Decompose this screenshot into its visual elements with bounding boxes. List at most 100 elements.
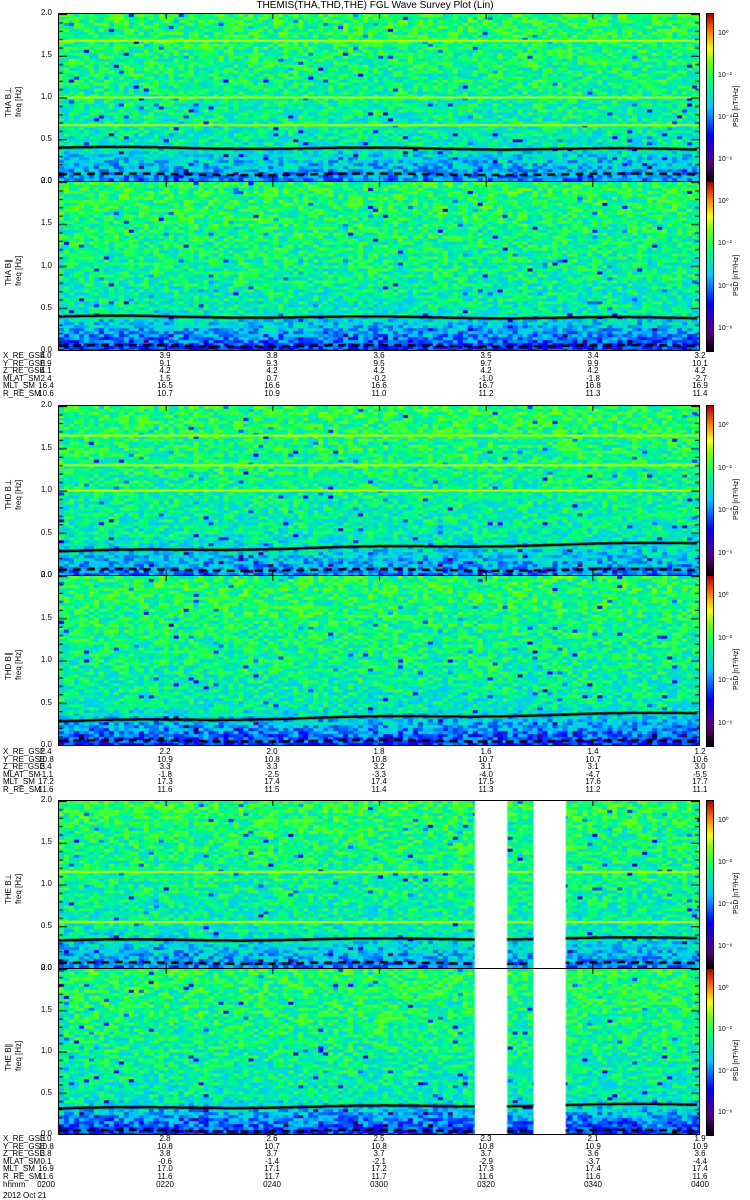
ephemeris-value: 11.4 — [371, 784, 387, 794]
spectrogram-canvas — [59, 182, 699, 350]
spectrogram-canvas — [59, 801, 699, 968]
freq-axis-label: freq [Hz] — [14, 649, 23, 680]
colorbar-tick-label: 10⁰ — [718, 30, 729, 37]
y-tick-label: 2.0 — [40, 963, 52, 972]
ephemeris-value: 11.3 — [478, 784, 494, 794]
ephemeris-value: 11.2 — [478, 388, 494, 398]
y-tick-label: 1.5 — [40, 442, 52, 452]
colorbar-unit-label: PSD [nT²/Hz] — [733, 254, 740, 296]
ephemeris-label: R_RE_SM — [3, 784, 41, 794]
panel-label: THA B∥ — [4, 258, 13, 286]
y-tick-label: 2.0 — [40, 795, 52, 804]
ephemeris-value: 11.6 — [38, 784, 54, 794]
y-tick-label: 0.5 — [40, 921, 52, 930]
y-tick-label: 2.0 — [40, 176, 52, 185]
ephemeris-row: hhmm 0200 0220 0240 0300 0320 0340 0400 — [0, 1179, 750, 1189]
y-tick-label: 1.5 — [40, 50, 52, 59]
date-label: 2012 Oct 21 — [3, 1191, 47, 1200]
plot-title: THEMIS(THA,THD,THE) FGL Wave Survey Plot… — [256, 0, 494, 11]
ephemeris-value: 0340 — [584, 1179, 602, 1189]
colorbar-tick-label: 10⁻² — [718, 1026, 732, 1034]
ephemeris-value: 11.4 — [692, 388, 708, 398]
spectrogram-canvas — [59, 14, 699, 181]
colorbar-tick-label: 10⁰ — [718, 422, 729, 430]
spectrogram-panel — [58, 181, 700, 351]
colorbar-gradient — [707, 801, 713, 969]
ephemeris-label: R_RE_SM — [3, 388, 41, 398]
ephemeris-value: 10.9 — [264, 388, 280, 398]
colorbar — [706, 968, 714, 1136]
colorbar-tick-label: 10⁻⁴ — [718, 677, 733, 685]
colorbar-gradient — [707, 576, 713, 746]
y-tick-label: 1.0 — [40, 879, 52, 888]
y-tick-label: 1.5 — [40, 837, 52, 846]
ephemeris-value: 11.3 — [585, 388, 601, 398]
y-tick-label: 0.5 — [40, 527, 52, 537]
colorbar-gradient — [707, 969, 713, 1135]
panel-label: THD B∥ — [4, 652, 13, 680]
colorbar-tick-label: 10⁻² — [718, 240, 732, 248]
ephemeris-value: 0220 — [156, 1179, 174, 1189]
ephemeris-block: X_RE_GSE 4.0 3.9 3.8 3.6 3.5 3.4 3.2 Y_RE_GSE 8.9… — [0, 352, 750, 398]
colorbar-tick-label: 10⁻² — [718, 72, 732, 79]
colorbar-tick-label: 10⁻⁴ — [718, 901, 733, 908]
ephemeris-value: 11.2 — [585, 784, 601, 794]
wave-survey-plot: THEMIS(THA,THD,THE) FGL Wave Survey Plot… — [0, 0, 750, 1200]
y-tick-label: 1.5 — [40, 1004, 52, 1014]
y-tick-label: 2.0 — [40, 570, 52, 579]
y-tick-label: 2.0 — [40, 400, 52, 409]
y-tick-label: 0.5 — [40, 302, 52, 312]
colorbar-tick-label: 10⁰ — [718, 198, 729, 206]
colorbar — [706, 13, 714, 183]
colorbar-unit-label: PSD [nT²/Hz] — [733, 478, 740, 520]
panel-label: THD B⊥ — [4, 479, 13, 510]
freq-axis-label: freq [Hz] — [14, 86, 23, 117]
colorbar-gradient — [707, 406, 713, 576]
freq-axis-label: freq [Hz] — [14, 255, 23, 286]
colorbar — [706, 800, 714, 970]
y-tick-label: 0.5 — [40, 697, 52, 707]
y-tick-label: 0.5 — [40, 1087, 52, 1097]
colorbar-tick-label: 10⁰ — [718, 817, 729, 824]
colorbar-tick-label: 10⁻⁴ — [718, 1067, 733, 1075]
y-tick-label: 0.5 — [40, 134, 52, 143]
y-tick-label: 1.0 — [40, 485, 52, 494]
spectrogram-panel — [58, 800, 700, 969]
colorbar-tick-label: 10⁻⁶ — [718, 156, 733, 163]
y-tick-label: 1.5 — [40, 218, 52, 228]
colorbar-unit-label: PSD [nT²/Hz] — [733, 1039, 740, 1081]
panel-label: THE B⊥ — [4, 873, 13, 904]
ephemeris-value: 11.1 — [692, 784, 708, 794]
ephemeris-label: hhmm — [3, 1179, 26, 1189]
spectrogram-panel — [58, 13, 700, 182]
ephemeris-value: 0200 — [37, 1179, 55, 1189]
colorbar-tick-label: 10⁻⁶ — [718, 324, 733, 332]
colorbar-tick-label: 10⁻⁶ — [718, 549, 733, 557]
colorbar-tick-label: 10⁻⁴ — [718, 507, 733, 515]
colorbar-tick-label: 10⁻² — [718, 859, 732, 866]
colorbar-tick-label: 10⁻⁶ — [718, 1109, 733, 1117]
spectrogram-panel — [58, 405, 700, 576]
colorbar — [706, 181, 714, 352]
freq-axis-label: freq [Hz] — [14, 1040, 23, 1071]
colorbar-tick-label: 10⁻⁴ — [718, 114, 733, 121]
y-tick-label: 1.0 — [40, 1046, 52, 1055]
colorbar-tick-label: 10⁰ — [718, 592, 729, 600]
y-tick-label: 1.5 — [40, 612, 52, 622]
spectrogram-panel — [58, 575, 700, 746]
y-tick-label: 1.0 — [40, 92, 52, 101]
colorbar-unit-label: PSD [nT²/Hz] — [733, 648, 740, 690]
ephemeris-value: 0400 — [691, 1179, 709, 1189]
freq-axis-label: freq [Hz] — [14, 873, 23, 904]
panel-label: THE B∥ — [4, 1043, 13, 1071]
panel-label: THA B⊥ — [4, 86, 13, 117]
ephemeris-value: 10.7 — [157, 388, 173, 398]
ephemeris-block: X_RE_GSE 2.4 2.2 2.0 1.8 1.6 1.4 1.2 Y_RE_GSE 10.… — [0, 748, 750, 794]
y-tick-label: 1.0 — [40, 260, 52, 270]
ephemeris-value: 0320 — [477, 1179, 495, 1189]
spectrogram-canvas — [59, 969, 699, 1134]
y-tick-label: 1.0 — [40, 655, 52, 664]
ephemeris-value: 11.0 — [371, 388, 387, 398]
colorbar-tick-label: 10⁻⁴ — [718, 282, 733, 290]
colorbar-tick-label: 10⁻⁶ — [718, 943, 733, 950]
